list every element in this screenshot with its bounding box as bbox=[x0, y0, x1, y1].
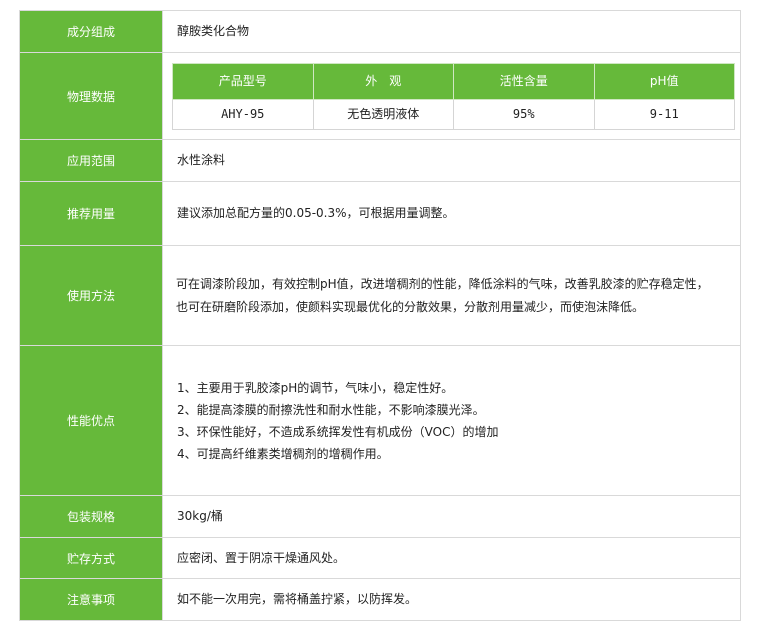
row-physical: 物理数据 产品型号 外 观 活性含量 pH值 AHY-95 无色透明液体 95%… bbox=[19, 52, 741, 140]
row-storage: 贮存方式 应密闭、置于阴凉干燥通风处。 bbox=[19, 537, 741, 579]
value-dosage: 建议添加总配方量的0.05-0.3%，可根据用量调整。 bbox=[162, 181, 741, 246]
usage-line-1: 可在调漆阶段加，有效控制pH值，改进增稠剂的性能，降低涂料的气味，改善乳胶漆的贮… bbox=[176, 276, 709, 291]
physical-header-row: 产品型号 外 观 活性含量 pH值 bbox=[172, 62, 735, 100]
product-spec-sheet: 成分组成 醇胺类化合物 物理数据 产品型号 外 观 活性含量 pH值 AHY-9… bbox=[19, 10, 741, 621]
cell-appearance: 无色透明液体 bbox=[312, 98, 454, 130]
label-composition: 成分组成 bbox=[19, 10, 163, 53]
row-dosage: 推荐用量 建议添加总配方量的0.05-0.3%，可根据用量调整。 bbox=[19, 181, 741, 246]
row-packaging: 包装规格 30kg/桶 bbox=[19, 495, 741, 538]
advantage-item-4: 4、可提高纤维素类增稠剂的增稠作用。 bbox=[177, 446, 389, 461]
value-storage: 应密闭、置于阴凉干燥通风处。 bbox=[162, 537, 741, 579]
row-notes: 注意事项 如不能一次用完，需将桶盖拧紧，以防挥发。 bbox=[19, 578, 741, 621]
value-usage: 可在调漆阶段加，有效控制pH值，改进增稠剂的性能，降低涂料的气味，改善乳胶漆的贮… bbox=[162, 245, 741, 346]
label-storage: 贮存方式 bbox=[19, 537, 163, 579]
header-model: 产品型号 bbox=[172, 62, 314, 100]
cell-model: AHY-95 bbox=[172, 98, 314, 130]
advantage-item-3: 3、环保性能好，不造成系统挥发性有机成份（VOC）的增加 bbox=[177, 424, 499, 439]
header-active-content: 活性含量 bbox=[453, 62, 595, 100]
usage-line-2: 也可在研磨阶段添加，使颜料实现最优化的分散效果，分散剂用量减少，而使泡沫降低。 bbox=[176, 299, 645, 314]
label-advantages: 性能优点 bbox=[19, 345, 163, 496]
row-usage: 使用方法 可在调漆阶段加，有效控制pH值，改进增稠剂的性能，降低涂料的气味，改善… bbox=[19, 245, 741, 346]
value-notes: 如不能一次用完，需将桶盖拧紧，以防挥发。 bbox=[162, 578, 741, 621]
advantage-item-2: 2、能提高漆膜的耐擦洗性和耐水性能，不影响漆膜光泽。 bbox=[177, 402, 485, 417]
physical-data-row: AHY-95 无色透明液体 95% 9-11 bbox=[172, 98, 735, 130]
row-advantages: 性能优点 1、主要用于乳胶漆pH的调节，气味小，稳定性好。 2、能提高漆膜的耐擦… bbox=[19, 345, 741, 496]
physical-data-table: 产品型号 外 观 活性含量 pH值 AHY-95 无色透明液体 95% 9-11 bbox=[172, 62, 735, 130]
header-appearance: 外 观 bbox=[312, 62, 454, 100]
advantage-item-1: 1、主要用于乳胶漆pH的调节，气味小，稳定性好。 bbox=[177, 380, 454, 395]
value-advantages: 1、主要用于乳胶漆pH的调节，气味小，稳定性好。 2、能提高漆膜的耐擦洗性和耐水… bbox=[162, 345, 741, 496]
cell-active-content: 95% bbox=[453, 98, 595, 130]
value-composition: 醇胺类化合物 bbox=[162, 10, 741, 53]
value-packaging: 30kg/桶 bbox=[162, 495, 741, 538]
row-application: 应用范围 水性涂料 bbox=[19, 139, 741, 182]
value-application: 水性涂料 bbox=[162, 139, 741, 182]
value-physical: 产品型号 外 观 活性含量 pH值 AHY-95 无色透明液体 95% 9-11 bbox=[162, 52, 741, 140]
header-ph: pH值 bbox=[593, 62, 735, 100]
label-application: 应用范围 bbox=[19, 139, 163, 182]
spec-table: 成分组成 醇胺类化合物 物理数据 产品型号 外 观 活性含量 pH值 AHY-9… bbox=[19, 10, 741, 621]
row-composition: 成分组成 醇胺类化合物 bbox=[19, 10, 741, 53]
label-physical: 物理数据 bbox=[19, 52, 163, 140]
label-dosage: 推荐用量 bbox=[19, 181, 163, 246]
cell-ph: 9-11 bbox=[593, 98, 735, 130]
label-notes: 注意事项 bbox=[19, 578, 163, 621]
label-packaging: 包装规格 bbox=[19, 495, 163, 538]
label-usage: 使用方法 bbox=[19, 245, 163, 346]
